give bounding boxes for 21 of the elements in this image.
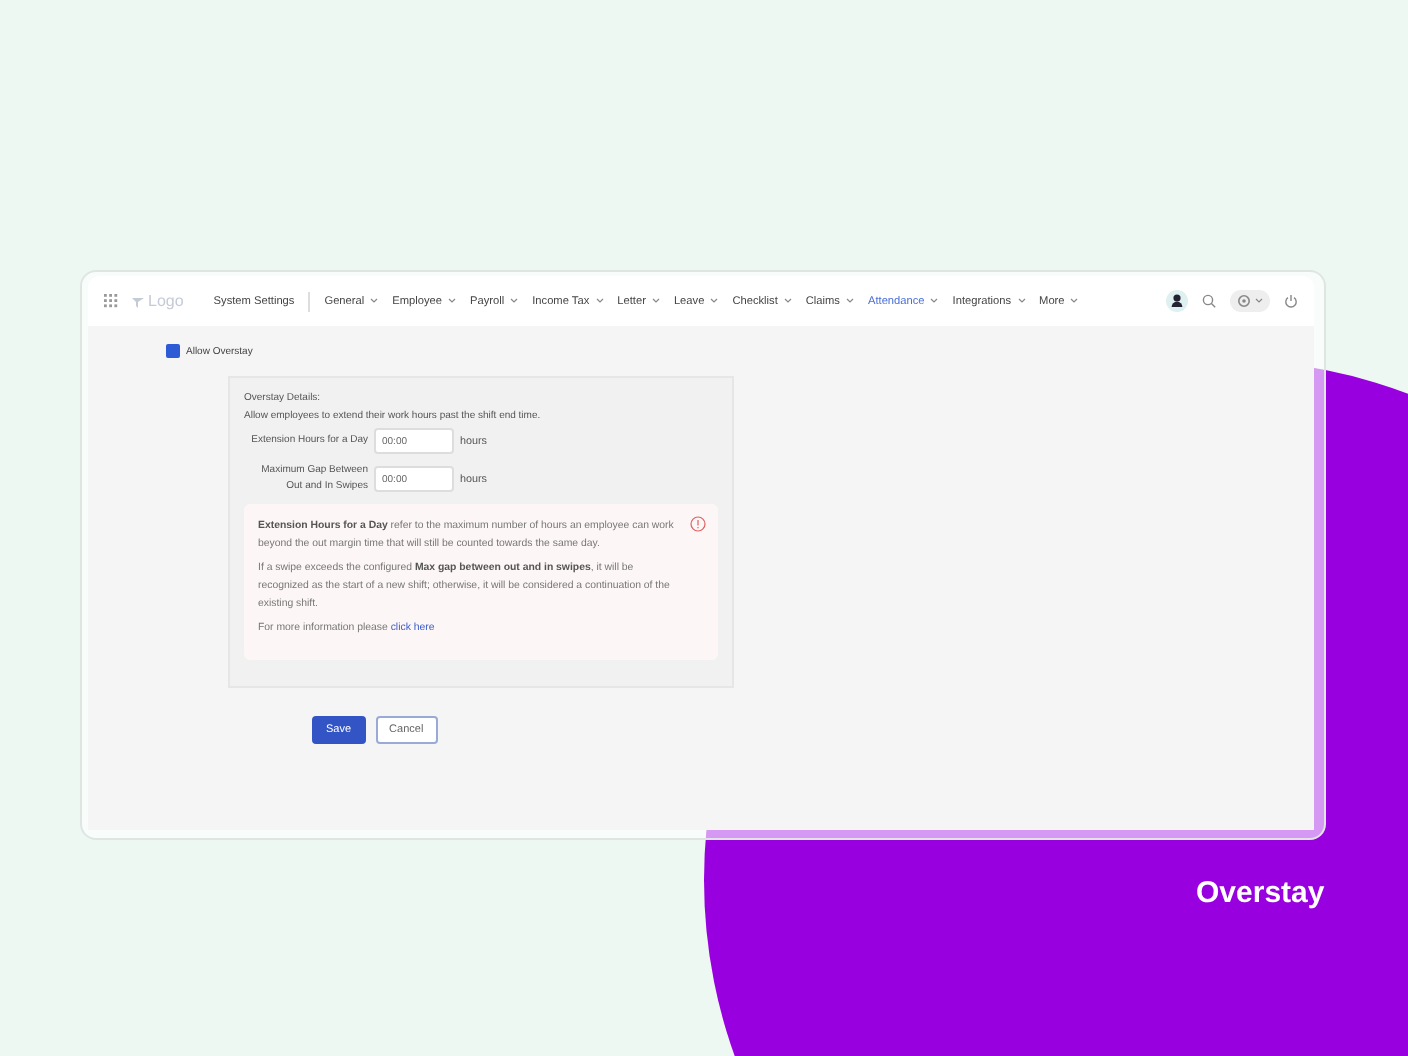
chevron-down-icon [930, 298, 939, 304]
chevron-down-icon [448, 298, 456, 304]
chevron-down-icon [651, 298, 660, 304]
chevron-down-icon [595, 298, 604, 304]
power-icon[interactable] [1284, 294, 1298, 308]
logo-text: Logo [148, 292, 184, 310]
checkbox[interactable] [166, 344, 180, 358]
chevron-down-icon [710, 298, 719, 304]
search-icon[interactable] [1202, 294, 1216, 308]
caption-text: Overstay [1196, 876, 1325, 910]
chevron-down-icon [845, 298, 854, 304]
chevron-down-icon [510, 298, 519, 304]
info-icon [690, 516, 706, 532]
chevron-down-icon [1017, 298, 1026, 304]
settings-icon[interactable] [1230, 290, 1270, 312]
logo-icon [132, 295, 144, 307]
chevron-down-icon [370, 298, 379, 304]
chevron-down-icon [1070, 298, 1079, 304]
grid-menu-icon[interactable] [104, 294, 118, 308]
user-icon[interactable] [1166, 290, 1188, 312]
chevron-down-icon [783, 298, 792, 304]
